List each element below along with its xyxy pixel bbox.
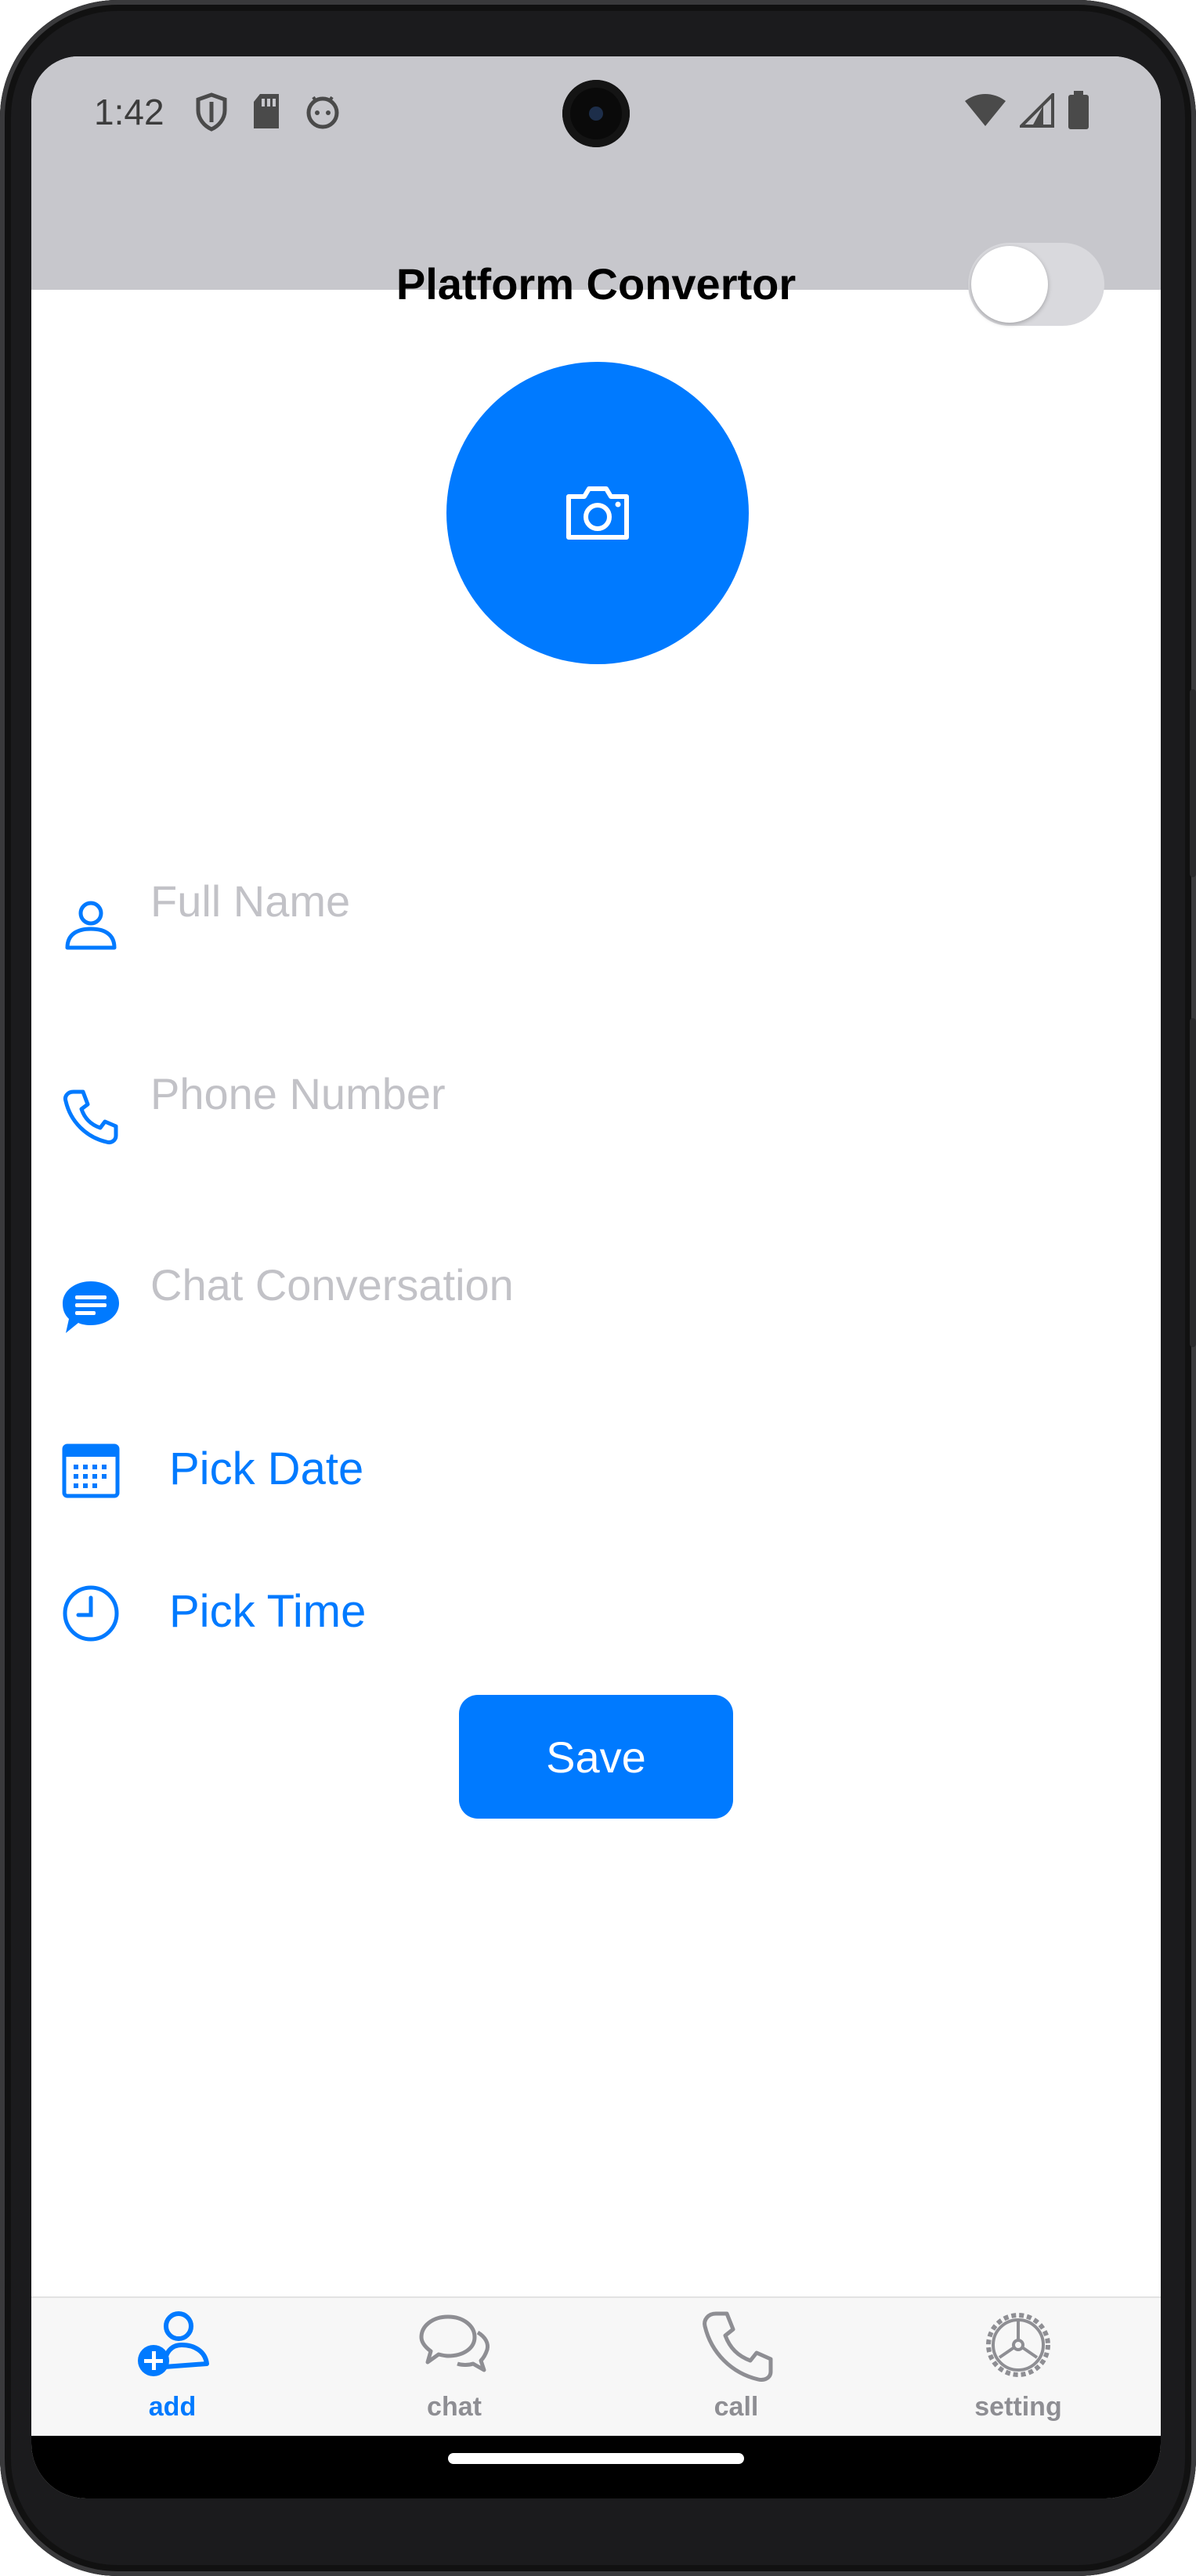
phone-row <box>31 1057 1161 1144</box>
add-person-icon <box>138 2311 209 2376</box>
pick-date-button[interactable]: Pick Date <box>31 1436 1161 1507</box>
shield-icon <box>196 92 227 132</box>
calendar-icon <box>62 1443 120 1498</box>
status-time: 1:42 <box>94 92 164 132</box>
battery-icon <box>1068 91 1089 129</box>
tab-call[interactable]: call <box>595 2298 877 2437</box>
tab-chat-label: chat <box>427 2392 482 2422</box>
tab-bar: add chat call setting <box>31 2296 1161 2437</box>
signal-icon <box>1020 93 1054 128</box>
status-notification-icons <box>194 92 341 132</box>
tab-chat[interactable]: chat <box>313 2298 595 2437</box>
pick-time-label: Pick Time <box>169 1586 367 1637</box>
camera-icon <box>566 486 629 540</box>
power-button <box>1190 689 1196 877</box>
status-system-icons <box>963 91 1090 130</box>
home-indicator[interactable] <box>448 2453 744 2464</box>
front-camera <box>562 80 630 147</box>
tab-add-label: add <box>148 2392 197 2422</box>
person-icon <box>65 901 117 950</box>
phone-icon <box>63 1089 118 1144</box>
clock-icon <box>63 1585 119 1642</box>
android-face-icon <box>306 96 339 129</box>
tab-add[interactable]: add <box>31 2298 313 2437</box>
full-name-row <box>31 865 1161 951</box>
save-button[interactable]: Save <box>459 1695 733 1819</box>
wifi-icon <box>965 94 1006 126</box>
gesture-nav-bar <box>31 2436 1161 2498</box>
screen: 1:42 Platform Convertor Full Name Phone … <box>31 56 1161 2498</box>
tab-call-label: call <box>714 2392 759 2422</box>
photo-picker-button[interactable] <box>446 362 749 664</box>
volume-button <box>1190 1018 1196 1347</box>
full-name-input[interactable] <box>149 865 1092 937</box>
chat-bubble-icon <box>63 1281 119 1333</box>
platform-toggle[interactable] <box>968 243 1104 326</box>
phone-icon <box>703 2311 773 2382</box>
pick-date-label: Pick Date <box>169 1443 364 1494</box>
phone-number-input[interactable] <box>149 1057 1092 1129</box>
gear-icon <box>986 2313 1050 2377</box>
pick-time-button[interactable]: Pick Time <box>31 1579 1161 1649</box>
tab-setting-label: setting <box>974 2392 1062 2422</box>
chat-conversation-input[interactable] <box>149 1248 1092 1321</box>
toggle-knob <box>971 246 1048 323</box>
chat-row <box>31 1248 1161 1335</box>
chat-icon <box>419 2314 490 2372</box>
sd-card-icon <box>254 94 279 128</box>
tab-setting[interactable]: setting <box>877 2298 1159 2437</box>
